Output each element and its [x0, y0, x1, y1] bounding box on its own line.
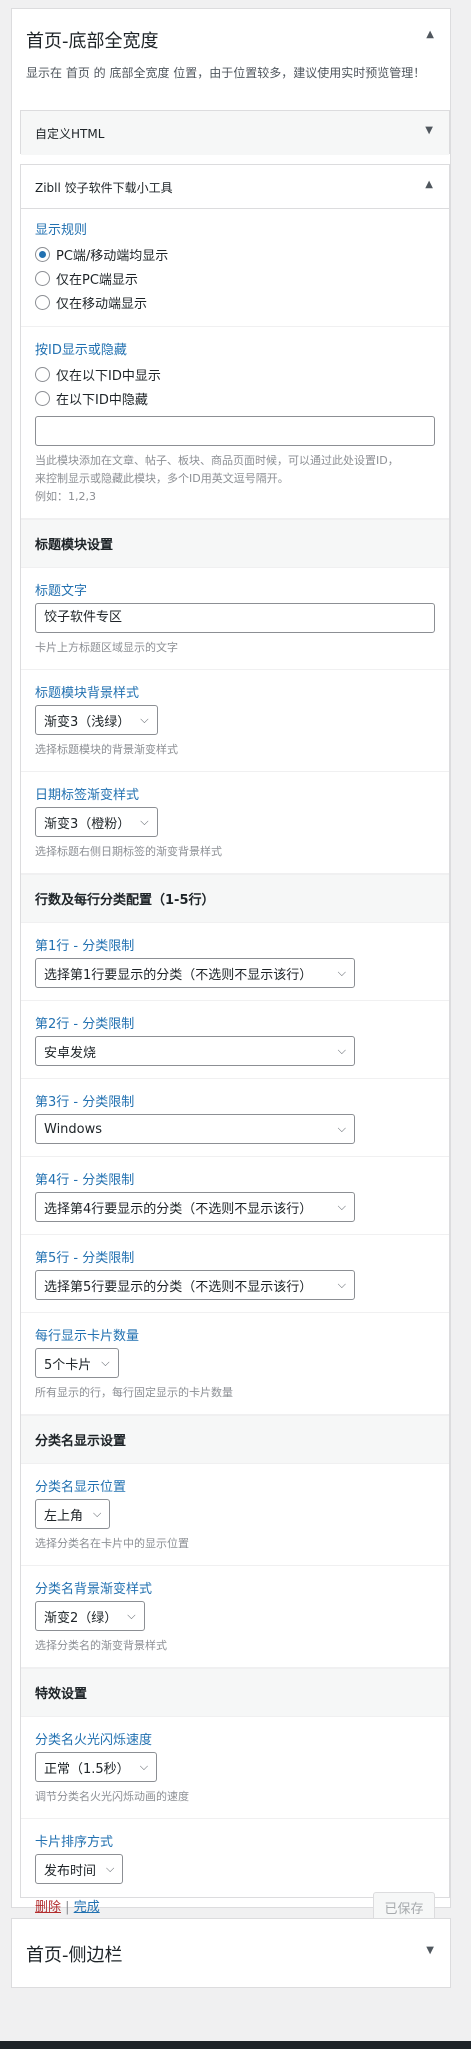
done-link[interactable]: 完成 — [74, 1900, 100, 1915]
bottom-bar — [0, 2041, 471, 2049]
id-list-input[interactable] — [35, 416, 435, 446]
cards-per-row-field: 每行显示卡片数量 5个卡片 ⌵ 所有显示的行，每行固定显示的卡片数量 — [21, 1313, 449, 1415]
flash-speed-field: 分类名火光闪烁速度 正常（1.5秒） ⌵ 调节分类名火光闪烁动画的速度 — [21, 1717, 449, 1819]
chevron-down-icon: ⌵ — [337, 1200, 346, 1213]
radio-icon[interactable] — [35, 294, 50, 310]
widget-area-home-sidebar[interactable]: 首页-侧边栏 ▼ — [11, 1918, 451, 1988]
row-3-field: 第3行 - 分类限制 Windows ⌵ — [21, 1079, 449, 1157]
section-rows-settings: 行数及每行分类配置（1-5行） — [21, 874, 449, 923]
sort-select[interactable]: 发布时间 ⌵ — [35, 1854, 124, 1884]
widget-area-header[interactable]: 首页-底部全宽度 ▲ — [12, 9, 450, 65]
cards-per-row-select[interactable]: 5个卡片 ⌵ — [35, 1348, 119, 1378]
widget-header[interactable]: 自定义HTML ▼ — [21, 111, 449, 155]
row-5-field: 第5行 - 分类限制 选择第5行要显示的分类（不选则不显示该行） ⌵ — [21, 1235, 449, 1313]
chevron-down-icon: ⌵ — [101, 1356, 110, 1369]
widget-zibll-software: Zibll 饺子软件下载小工具 ▲ 显示规则 PC端/移动端均显示 仅在PC端显… — [20, 164, 450, 1922]
radio-option-all[interactable]: PC端/移动端均显示 — [35, 242, 435, 266]
title-bg-select[interactable]: 渐变3（浅绿） ⌵ — [35, 705, 158, 735]
field-label: 第2行 - 分类限制 — [35, 1017, 135, 1032]
collapse-up-icon[interactable]: ▲ — [426, 29, 434, 40]
expand-down-icon[interactable]: ▼ — [426, 1945, 434, 1956]
field-label: 卡片排序方式 — [35, 1835, 114, 1850]
radio-icon[interactable] — [35, 270, 50, 286]
radio-icon[interactable] — [35, 390, 50, 406]
flash-speed-select[interactable]: 正常（1.5秒） ⌵ — [35, 1752, 158, 1782]
display-rule-field: 显示规则 PC端/移动端均显示 仅在PC端显示 仅在移动端显示 — [21, 209, 449, 327]
field-label: 第5行 - 分类限制 — [35, 1251, 135, 1266]
row-4-category-select[interactable]: 选择第4行要显示的分类（不选则不显示该行） ⌵ — [35, 1192, 355, 1222]
help-text: 选择标题模块的背景渐变样式 — [35, 743, 178, 756]
help-text: 卡片上方标题区域显示的文字 — [35, 641, 178, 654]
row-3-category-select[interactable]: Windows ⌵ — [35, 1114, 355, 1144]
chevron-down-icon: ⌵ — [140, 815, 149, 828]
date-bg-select[interactable]: 渐变3（橙粉） ⌵ — [35, 807, 158, 837]
date-bg-field: 日期标签渐变样式 渐变3（橙粉） ⌵ 选择标题右侧日期标签的渐变背景样式 — [21, 772, 449, 874]
field-label: 标题文字 — [35, 584, 88, 599]
row-1-category-select[interactable]: 选择第1行要显示的分类（不选则不显示该行） ⌵ — [35, 958, 355, 988]
radio-option-pc[interactable]: 仅在PC端显示 — [35, 266, 435, 290]
chevron-down-icon: ⌵ — [337, 1044, 346, 1057]
chevron-down-icon: ⌵ — [93, 1507, 102, 1520]
field-label: 日期标签渐变样式 — [35, 788, 140, 803]
radio-option-hide-ids[interactable]: 在以下ID中隐藏 — [35, 386, 435, 410]
title-text-input[interactable]: 饺子软件专区 — [35, 603, 435, 633]
chevron-down-icon: ⌵ — [139, 1760, 149, 1773]
expand-down-icon[interactable]: ▼ — [425, 125, 433, 136]
field-label: 按ID显示或隐藏 — [35, 343, 127, 358]
catname-pos-select[interactable]: 左上角 ⌵ — [35, 1499, 111, 1529]
catname-bg-select[interactable]: 渐变2（绿） ⌵ — [35, 1601, 145, 1631]
field-label: 第1行 - 分类限制 — [35, 939, 135, 954]
widget-area-description: 显示在 首页 的 底部全宽度 位置，由于位置较多，建议使用实时预览管理！ — [26, 66, 426, 80]
delete-link[interactable]: 删除 — [35, 1900, 61, 1915]
chevron-down-icon: ⌵ — [106, 1862, 115, 1875]
field-label: 分类名火光闪烁速度 — [35, 1733, 153, 1748]
widget-title: 自定义HTML — [35, 127, 105, 141]
row-4-field: 第4行 - 分类限制 选择第4行要显示的分类（不选则不显示该行） ⌵ — [21, 1157, 449, 1235]
chevron-down-icon: ⌵ — [337, 1122, 346, 1135]
separator: | — [65, 1900, 70, 1915]
section-effects-settings: 特效设置 — [21, 1668, 449, 1717]
sort-field: 卡片排序方式 发布时间 ⌵ — [21, 1819, 449, 1896]
catname-bg-field: 分类名背景渐变样式 渐变2（绿） ⌵ 选择分类名的渐变背景样式 — [21, 1566, 449, 1668]
help-text: 选择分类名在卡片中的显示位置 — [35, 1537, 189, 1550]
row-5-category-select[interactable]: 选择第5行要显示的分类（不选则不显示该行） ⌵ — [35, 1270, 355, 1300]
field-label: 每行显示卡片数量 — [35, 1329, 140, 1344]
help-text: 所有显示的行，每行固定显示的卡片数量 — [35, 1386, 233, 1399]
help-text: 当此模块添加在文章、帖子、板块、商品页面时候，可以通过此处设置ID， 来控制显示… — [35, 454, 399, 503]
field-label: 标题模块背景样式 — [35, 686, 140, 701]
widget-header[interactable]: Zibll 饺子软件下载小工具 ▲ — [21, 165, 449, 209]
help-text: 选择分类名的渐变背景样式 — [35, 1639, 167, 1652]
chevron-down-icon: ⌵ — [337, 1278, 346, 1291]
catname-pos-field: 分类名显示位置 左上角 ⌵ 选择分类名在卡片中的显示位置 — [21, 1464, 449, 1566]
chevron-down-icon: ⌵ — [337, 966, 346, 979]
id-visibility-field: 按ID显示或隐藏 仅在以下ID中显示 在以下ID中隐藏 当此模块添加在文章、帖子… — [21, 327, 449, 519]
widget-area-title: 首页-底部全宽度 — [26, 31, 159, 52]
radio-option-mobile[interactable]: 仅在移动端显示 — [35, 290, 435, 314]
widget-area-title: 首页-侧边栏 — [26, 1945, 123, 1966]
row-2-category-select[interactable]: 安卓发烧 ⌵ — [35, 1036, 355, 1066]
help-text: 调节分类名火光闪烁动画的速度 — [35, 1790, 189, 1803]
row-2-field: 第2行 - 分类限制 安卓发烧 ⌵ — [21, 1001, 449, 1079]
chevron-down-icon: ⌵ — [127, 1609, 136, 1622]
radio-option-show-ids[interactable]: 仅在以下ID中显示 — [35, 362, 435, 386]
field-label: 分类名显示位置 — [35, 1480, 127, 1495]
section-title-settings: 标题模块设置 — [21, 519, 449, 568]
field-label: 第3行 - 分类限制 — [35, 1095, 135, 1110]
field-label: 第4行 - 分类限制 — [35, 1173, 135, 1188]
widget-custom-html[interactable]: 自定义HTML ▼ — [20, 110, 450, 155]
title-bg-field: 标题模块背景样式 渐变3（浅绿） ⌵ 选择标题模块的背景渐变样式 — [21, 670, 449, 772]
section-catname-settings: 分类名显示设置 — [21, 1415, 449, 1464]
chevron-down-icon: ⌵ — [140, 713, 149, 726]
widget-form: 显示规则 PC端/移动端均显示 仅在PC端显示 仅在移动端显示 按ID显示或隐藏… — [21, 209, 449, 1946]
field-label: 分类名背景渐变样式 — [35, 1582, 153, 1597]
help-text: 选择标题右侧日期标签的渐变背景样式 — [35, 845, 222, 858]
radio-checked-icon[interactable] — [35, 246, 50, 262]
widget-title: Zibll 饺子软件下载小工具 — [35, 181, 173, 195]
collapse-up-icon[interactable]: ▲ — [425, 179, 433, 190]
field-label: 显示规则 — [35, 223, 88, 238]
row-1-field: 第1行 - 分类限制 选择第1行要显示的分类（不选则不显示该行） ⌵ — [21, 923, 449, 1001]
title-text-field: 标题文字 饺子软件专区 卡片上方标题区域显示的文字 — [21, 568, 449, 670]
radio-icon[interactable] — [35, 366, 50, 382]
